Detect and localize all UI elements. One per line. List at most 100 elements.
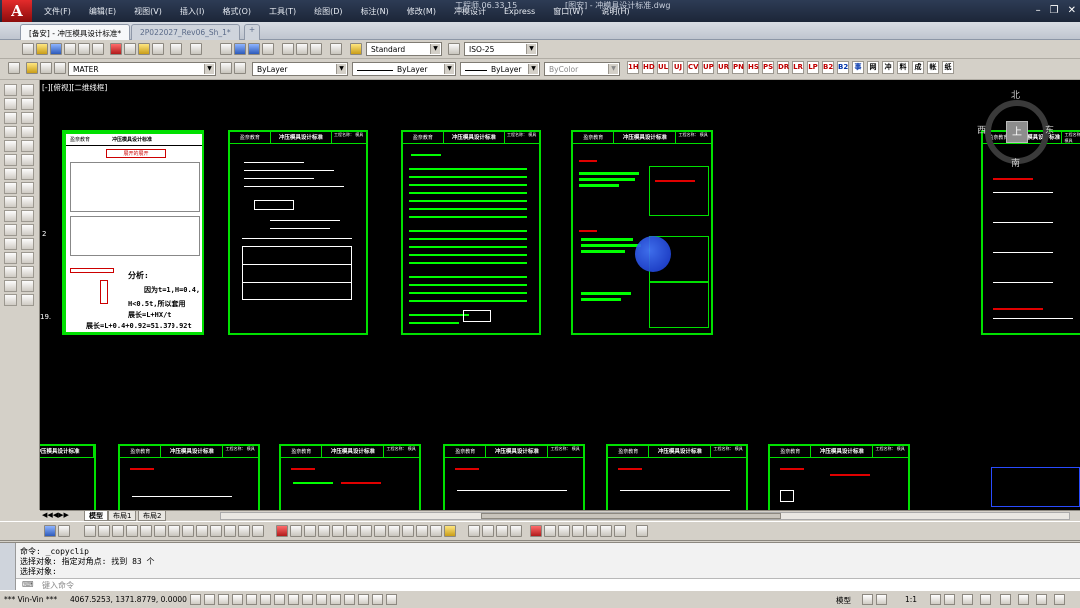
make-block-icon[interactable] — [4, 238, 17, 250]
die-tool-3[interactable]: UL — [657, 61, 669, 74]
die-tool-17[interactable]: 网 — [867, 61, 879, 74]
layer-freeze-icon[interactable] — [40, 62, 52, 74]
dim-diameter-icon[interactable] — [140, 525, 152, 537]
lineweight-toggle[interactable] — [330, 594, 341, 605]
application-menu-button[interactable]: A — [2, 0, 32, 22]
scrollbar-thumb[interactable] — [481, 513, 781, 519]
layout-nav-arrows[interactable]: ◀◀◀▶▶ — [42, 511, 69, 519]
mid-between-icon[interactable] — [558, 525, 570, 537]
polyline-tool-icon[interactable] — [4, 112, 17, 124]
command-window-handle[interactable] — [0, 543, 16, 591]
die-tool-18[interactable]: 冲 — [882, 61, 894, 74]
snap-mode-toggle[interactable] — [204, 594, 215, 605]
workspace-gear-icon[interactable] — [962, 594, 973, 605]
dim-style-icon[interactable] — [448, 43, 460, 55]
menu-draw[interactable]: 绘图(D) — [306, 4, 350, 19]
tolerance-icon[interactable] — [238, 525, 250, 537]
polygon-tool-icon[interactable] — [4, 126, 17, 138]
save-icon[interactable] — [50, 43, 62, 55]
spline-tool-icon[interactable] — [4, 196, 17, 208]
polar-toggle[interactable] — [246, 594, 257, 605]
layer-previous-icon[interactable] — [234, 62, 246, 74]
dim-baseline-icon[interactable] — [182, 525, 194, 537]
object-snap-none-icon[interactable] — [496, 525, 508, 537]
object-snap-insert-icon[interactable] — [468, 525, 480, 537]
drawing-canvas[interactable]: [-][俯视][二维线框] 盈奈教育 冲压模具设计标准 展开的展开 分析: 因为… — [40, 80, 1080, 510]
fillet-tool-icon[interactable] — [21, 280, 34, 292]
make-current-layer-icon[interactable] — [220, 62, 232, 74]
object-snap-settings-icon[interactable] — [510, 525, 522, 537]
object-snap-perpendicular-icon[interactable] — [430, 525, 442, 537]
menu-edit[interactable]: 编辑(E) — [81, 4, 124, 19]
die-tool-9[interactable]: HS — [747, 61, 759, 74]
cut-icon[interactable] — [110, 43, 122, 55]
snap-3d-icon[interactable] — [614, 525, 626, 537]
object-snap-intersect-icon[interactable] — [374, 525, 386, 537]
dim-edit-icon[interactable] — [304, 525, 316, 537]
die-tool-2[interactable]: HD — [642, 61, 655, 74]
redo-icon[interactable] — [190, 43, 202, 55]
horizontal-scrollbar[interactable] — [220, 512, 1070, 520]
layout-quickview-icon[interactable] — [862, 594, 873, 605]
dim-aligned-icon[interactable] — [58, 525, 70, 537]
die-tool-1[interactable]: 1H — [627, 61, 639, 74]
pan-icon[interactable] — [220, 43, 232, 55]
erase-tool-icon[interactable] — [21, 84, 34, 96]
point-tool-icon[interactable] — [4, 252, 17, 264]
die-tool-10[interactable]: PS — [762, 61, 774, 74]
menu-dimension[interactable]: 标注(N) — [353, 4, 397, 19]
properties-icon[interactable] — [282, 43, 294, 55]
annotation-visibility-icon[interactable] — [930, 594, 941, 605]
layer-select[interactable]: MATER ▼ — [68, 62, 216, 76]
design-center-icon[interactable] — [296, 43, 308, 55]
die-tool-6[interactable]: UP — [702, 61, 714, 74]
close-icon[interactable]: ✕ — [1068, 5, 1076, 16]
snap-parallel-icon[interactable] — [600, 525, 612, 537]
transparency-toggle[interactable] — [344, 594, 355, 605]
undo-icon[interactable] — [170, 43, 182, 55]
dim-arc-icon[interactable] — [84, 525, 96, 537]
die-tool-22[interactable]: 纸 — [942, 61, 954, 74]
dim-continue-icon[interactable] — [196, 525, 208, 537]
dim-radius-icon[interactable] — [112, 525, 124, 537]
viewcube[interactable]: 上 北 南 东 西 — [977, 91, 1055, 170]
3d-osnap-toggle[interactable] — [274, 594, 285, 605]
array-tool-icon[interactable] — [21, 140, 34, 152]
linetype-select[interactable]: ByLayer ▼ — [352, 62, 456, 76]
snap-apparent-icon[interactable] — [586, 525, 598, 537]
isolate-objects-icon[interactable] — [1018, 594, 1029, 605]
layout-tab-model[interactable]: 模型 — [84, 511, 108, 521]
zoom-previous-icon[interactable] — [262, 43, 274, 55]
copy-icon[interactable] — [124, 43, 136, 55]
annotation-monitor-toggle[interactable] — [386, 594, 397, 605]
annotation-scale[interactable]: 1:1 — [905, 595, 917, 604]
break-tool-icon[interactable] — [21, 238, 34, 250]
extend-tool-icon[interactable] — [21, 224, 34, 236]
zoom-window-icon[interactable] — [248, 43, 260, 55]
infer-constraints-toggle[interactable] — [190, 594, 201, 605]
die-tool-16[interactable]: 事 — [852, 61, 864, 74]
ducs-toggle[interactable] — [302, 594, 313, 605]
dyn-toggle[interactable] — [316, 594, 327, 605]
ortho-toggle[interactable] — [232, 594, 243, 605]
die-tool-13[interactable]: LP — [807, 61, 819, 74]
minimize-icon[interactable]: – — [1036, 5, 1041, 16]
dim-angular-icon[interactable] — [154, 525, 166, 537]
copy-tool-icon[interactable] — [21, 98, 34, 110]
compass-north[interactable]: 北 — [1011, 88, 1020, 101]
die-tool-4[interactable]: UJ — [672, 61, 684, 74]
center-mark-icon[interactable] — [252, 525, 264, 537]
selection-cycling-toggle[interactable] — [372, 594, 383, 605]
xline-tool-icon[interactable] — [4, 98, 17, 110]
grid-toggle[interactable] — [218, 594, 229, 605]
menu-view[interactable]: 视图(V) — [126, 4, 170, 19]
jogged-linear-icon[interactable] — [290, 525, 302, 537]
object-snap-endpoint-icon[interactable] — [346, 525, 358, 537]
compass-west[interactable]: 西 — [977, 123, 986, 136]
menu-modify[interactable]: 修改(M) — [399, 4, 444, 19]
from-point-icon[interactable] — [544, 525, 556, 537]
help-icon[interactable] — [330, 43, 342, 55]
menu-tools[interactable]: 工具(T) — [261, 4, 304, 19]
open-file-icon[interactable] — [36, 43, 48, 55]
preview-icon[interactable] — [78, 43, 90, 55]
